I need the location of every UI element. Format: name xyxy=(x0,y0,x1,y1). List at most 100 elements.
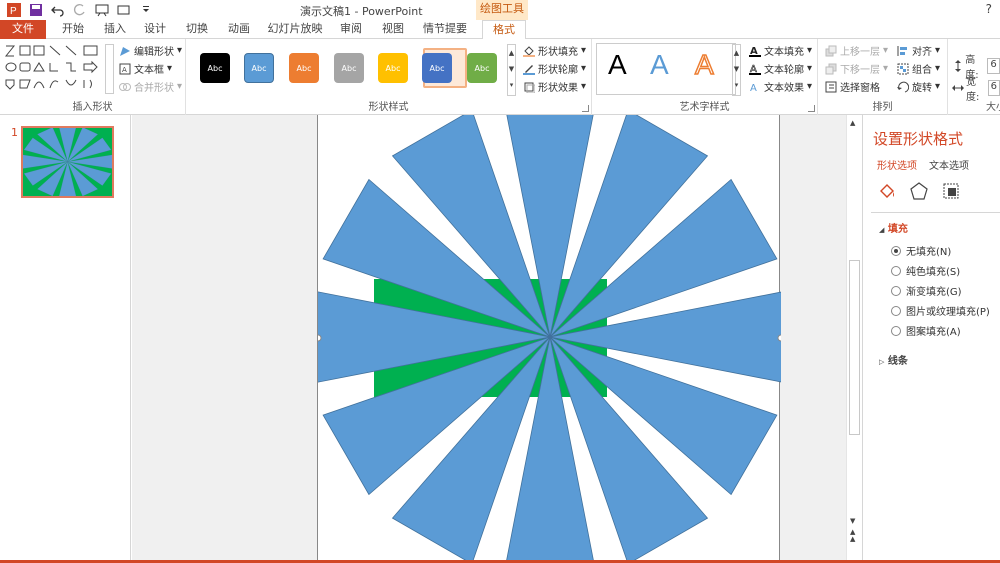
radio-button[interactable] xyxy=(891,285,901,296)
fill-section-header[interactable]: ◢ 填充 xyxy=(879,220,908,235)
starburst-shape[interactable] xyxy=(314,115,786,563)
shape-effects-icon xyxy=(522,81,535,93)
bring-forward-button[interactable]: 上移一层 ▾ xyxy=(824,43,888,58)
shape-fill-button[interactable]: 形状填充 ▾ xyxy=(522,43,586,58)
tab-storyboarding[interactable]: 情节提要 xyxy=(418,20,472,39)
wordart-sample-black[interactable]: A xyxy=(608,49,627,81)
vertical-scrollbar[interactable]: ▲ ▼ ▲ ▲ xyxy=(846,115,862,563)
ribbon: 编辑形状 ▾ A 文本框 ▾ 合并形状 ▾ 插入形状 Abc Abc Abc Abc … xyxy=(0,39,1000,115)
customize-toolbar-icon[interactable] xyxy=(138,2,154,18)
radio-button[interactable] xyxy=(891,245,901,256)
line-section-header[interactable]: ▷ 线条 xyxy=(879,352,908,367)
previous-slide-icon[interactable]: ▲ ▲ xyxy=(850,529,855,543)
selection-pane-button[interactable]: 选择窗格 xyxy=(824,79,880,94)
group-icon xyxy=(896,63,909,75)
wordart-launcher[interactable] xyxy=(808,105,815,112)
tab-transitions[interactable]: 切换 xyxy=(180,20,214,39)
shape-style-gold[interactable]: Abc xyxy=(378,53,408,83)
fill-option-pattern[interactable]: 图案填充(A) xyxy=(891,323,961,338)
edit-shape-button[interactable]: 编辑形状 ▾ xyxy=(118,43,182,58)
expanded-caret-icon: ◢ xyxy=(879,226,885,234)
wordart-sample-orange[interactable]: A xyxy=(694,48,714,81)
arrange-label: 排列 xyxy=(872,102,893,113)
right-resize-handle[interactable] xyxy=(777,334,785,342)
fill-option-picture[interactable]: 图片或纹理填充(P) xyxy=(891,303,990,318)
group-insert-shapes: 编辑形状 ▾ A 文本框 ▾ 合并形状 ▾ 插入形状 xyxy=(0,39,186,115)
shape-effects-button[interactable]: 形状效果 ▾ xyxy=(522,79,586,94)
text-effects-button[interactable]: A 文本效果 ▾ xyxy=(748,79,813,94)
selection-pane-icon xyxy=(824,81,837,93)
tab-animations[interactable]: 动画 xyxy=(222,20,256,39)
scrollbar-thumb[interactable] xyxy=(849,260,860,435)
merge-shapes-icon xyxy=(118,81,131,93)
shape-style-dark-blue[interactable]: Abc xyxy=(422,53,452,83)
scroll-down-icon[interactable]: ▼ xyxy=(850,517,855,525)
rotate-button[interactable]: 旋转 ▾ xyxy=(896,79,940,94)
tab-file[interactable]: 文件 xyxy=(0,20,46,39)
shape-styles-scroll[interactable]: ▲ ▼ ▾ xyxy=(507,44,516,96)
width-input[interactable]: 6 xyxy=(987,80,1000,96)
wordart-scroll[interactable]: ▲ ▼ ▾ xyxy=(732,44,741,96)
shape-style-orange[interactable]: Abc xyxy=(289,53,319,83)
shape-styles-launcher[interactable] xyxy=(582,105,589,112)
save-icon[interactable] xyxy=(28,2,44,18)
wordart-styles-label: 艺术字样式 xyxy=(679,102,730,113)
shape-style-gray[interactable]: Abc xyxy=(334,53,364,83)
text-effects-icon: A xyxy=(748,81,761,93)
radio-button[interactable] xyxy=(891,305,901,316)
width-icon xyxy=(952,82,964,94)
shapes-gallery[interactable] xyxy=(4,44,108,94)
undo-icon[interactable] xyxy=(50,2,66,18)
pen-icon xyxy=(522,63,535,75)
redo-icon[interactable] xyxy=(72,2,88,18)
fill-line-icon[interactable] xyxy=(877,181,897,201)
new-slide-icon[interactable] xyxy=(116,2,132,18)
group-button[interactable]: 组合 ▾ xyxy=(896,61,940,76)
merge-shapes-button[interactable]: 合并形状 ▾ xyxy=(118,79,182,94)
fill-option-none[interactable]: 无填充(N) xyxy=(891,243,951,258)
tab-text-options[interactable]: 文本选项 xyxy=(929,157,969,172)
text-fill-button[interactable]: A 文本填充 ▾ xyxy=(748,43,812,58)
tab-format[interactable]: 格式 xyxy=(482,20,526,40)
svg-text:A: A xyxy=(122,66,127,74)
tab-shape-options[interactable]: 形状选项 xyxy=(877,157,917,172)
slide[interactable] xyxy=(314,115,786,563)
send-backward-button[interactable]: 下移一层 ▾ xyxy=(824,61,888,76)
text-box-button[interactable]: A 文本框 ▾ xyxy=(118,61,172,76)
quick-access-toolbar: P xyxy=(6,2,154,18)
tab-insert[interactable]: 插入 xyxy=(98,20,132,39)
size-properties-icon[interactable] xyxy=(941,181,961,201)
fill-option-gradient[interactable]: 渐变填充(G) xyxy=(891,283,962,298)
shape-style-black[interactable]: Abc xyxy=(200,53,230,83)
scroll-up-icon[interactable]: ▲ xyxy=(850,119,855,127)
tab-view[interactable]: 视图 xyxy=(376,20,410,39)
help-button[interactable]: ? xyxy=(986,2,992,16)
tab-review[interactable]: 审阅 xyxy=(334,20,368,39)
text-outline-button[interactable]: A 文本轮廓 ▾ xyxy=(748,61,812,76)
left-resize-handle[interactable] xyxy=(314,334,322,342)
shape-outline-button[interactable]: 形状轮廓 ▾ xyxy=(522,61,586,76)
fill-option-solid[interactable]: 纯色填充(S) xyxy=(891,263,960,278)
text-fill-icon: A xyxy=(748,45,761,57)
shapes-gallery-scroll[interactable] xyxy=(105,44,114,94)
effects-pentagon-icon[interactable] xyxy=(909,181,929,201)
slide-thumbnail[interactable] xyxy=(21,126,114,198)
height-input[interactable]: 6 xyxy=(987,58,1000,74)
tab-slideshow[interactable]: 幻灯片放映 xyxy=(264,20,326,39)
wordart-sample-blue[interactable]: A xyxy=(650,49,669,81)
radio-button[interactable] xyxy=(891,325,901,336)
text-outline-icon: A xyxy=(748,63,761,75)
svg-text:A: A xyxy=(750,83,757,93)
start-slideshow-icon[interactable] xyxy=(94,2,110,18)
align-button[interactable]: 对齐 ▾ xyxy=(896,43,940,58)
tab-home[interactable]: 开始 xyxy=(56,20,90,39)
powerpoint-logo-icon: P xyxy=(6,2,22,18)
shape-style-blue[interactable]: Abc xyxy=(244,53,274,83)
group-wordart-styles: A A A ▲ ▼ ▾ A 文本填充 ▾ A 文本轮廓 ▾ A 文本效果 ▾ 艺术字样式 xyxy=(592,39,818,115)
slides-pane: 1 xyxy=(0,115,131,563)
slide-editing-canvas xyxy=(132,115,846,563)
tab-design[interactable]: 设计 xyxy=(138,20,172,39)
align-icon xyxy=(896,45,909,57)
radio-button[interactable] xyxy=(891,265,901,276)
shape-style-green[interactable]: Abc xyxy=(467,53,497,83)
